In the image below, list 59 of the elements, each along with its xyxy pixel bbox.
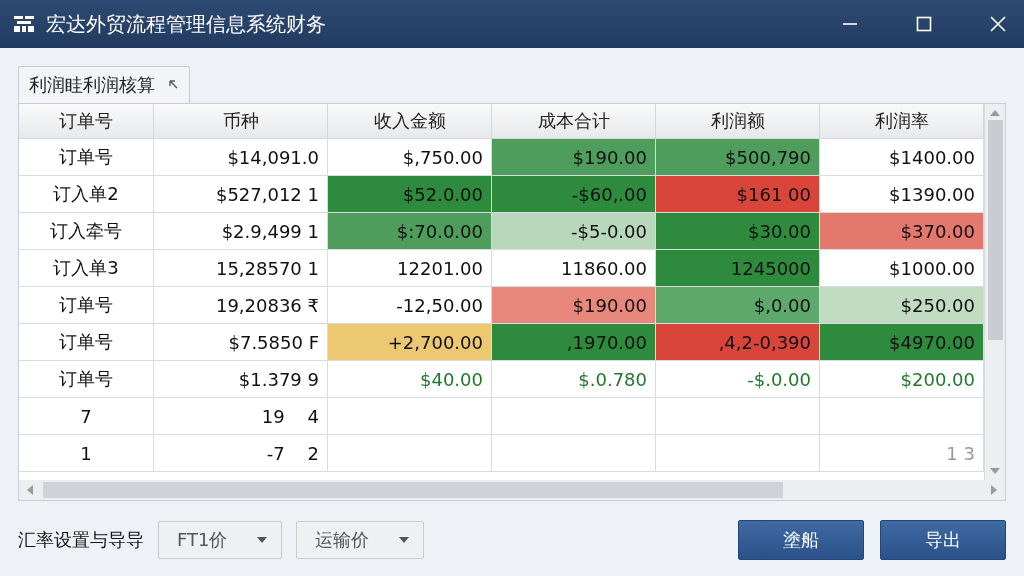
table-cell: 订入单3 (19, 250, 154, 287)
table-cell: 19 4 (154, 398, 328, 435)
caret-icon (257, 537, 268, 543)
table-cell: $250.00 (820, 287, 984, 324)
caret-icon (399, 537, 410, 543)
window-title: 宏达外贸流程管理信息系统财务 (46, 10, 326, 38)
table-cell: 19,20836 ₹ (154, 287, 328, 324)
table-cell: 订单号 (19, 139, 154, 176)
table-cell: +2,700.00 (328, 324, 492, 361)
table-cell: 7 (19, 398, 154, 435)
table-cell: 15,28570 1 (154, 250, 328, 287)
table-cell: $500,790 (656, 139, 820, 176)
table-cell: 订单号 (19, 361, 154, 398)
scroll-thumb[interactable] (43, 482, 783, 498)
vertical-scrollbar[interactable] (984, 104, 1005, 480)
dropdown[interactable]: 运输价 (296, 521, 425, 559)
table-cell: 1 (19, 435, 154, 472)
table-cell: ,4,2-0,390 (656, 324, 820, 361)
table-cell: $190.00 (492, 139, 656, 176)
table-cell: -$5-0.00 (492, 213, 656, 250)
table-cell: $.0.780 (492, 361, 656, 398)
table-cell: 订入单2 (19, 176, 154, 213)
table-cell: $,0.00 (656, 287, 820, 324)
table-cell: 订入牵号 (19, 213, 154, 250)
column-header[interactable]: 订单号 (19, 104, 154, 139)
horizontal-scrollbar[interactable] (19, 480, 1005, 500)
scroll-thumb[interactable] (987, 120, 1003, 340)
column-header[interactable]: 币种 (154, 104, 328, 139)
table-cell: $30.00 (656, 213, 820, 250)
table-cell: 1245000 (656, 250, 820, 287)
table-cell: -$.0.00 (656, 361, 820, 398)
table-cell: $52.0.00 (328, 176, 492, 213)
table-cell: $:70.0.00 (328, 213, 492, 250)
table-cell: $161 00 (656, 176, 820, 213)
table-cell: -7 2 (154, 435, 328, 472)
pin-icon[interactable] (169, 80, 179, 90)
table-cell: $14,091.0 (154, 139, 328, 176)
action-button[interactable]: 导出 (880, 520, 1006, 560)
scroll-left-icon[interactable] (27, 485, 33, 495)
table-cell: $190.00 (492, 287, 656, 324)
table-cell: -$60,.00 (492, 176, 656, 213)
maximize-icon[interactable] (916, 16, 932, 32)
table-cell: 订单号 (19, 324, 154, 361)
close-icon[interactable] (990, 16, 1006, 32)
table-cell: $4970.00 (820, 324, 984, 361)
scroll-right-icon[interactable] (991, 485, 997, 495)
scroll-up-icon[interactable] (990, 110, 1000, 116)
table-cell: 订单号 (19, 287, 154, 324)
column-header[interactable]: 收入金额 (328, 104, 492, 139)
table-cell: $370.00 (820, 213, 984, 250)
table-cell: ,1970.00 (492, 324, 656, 361)
dropdown[interactable]: FT1价 (158, 521, 283, 559)
exchange-rate-label: 汇率设置与导导 (18, 528, 144, 552)
scroll-down-icon[interactable] (990, 468, 1000, 474)
action-button[interactable]: 塗船 (738, 520, 864, 560)
table-cell: $1.379 9 (154, 361, 328, 398)
table-cell: 12201.00 (328, 250, 492, 287)
tab[interactable]: 利润眭利润核算 (18, 66, 190, 103)
table-cell: $40.00 (328, 361, 492, 398)
